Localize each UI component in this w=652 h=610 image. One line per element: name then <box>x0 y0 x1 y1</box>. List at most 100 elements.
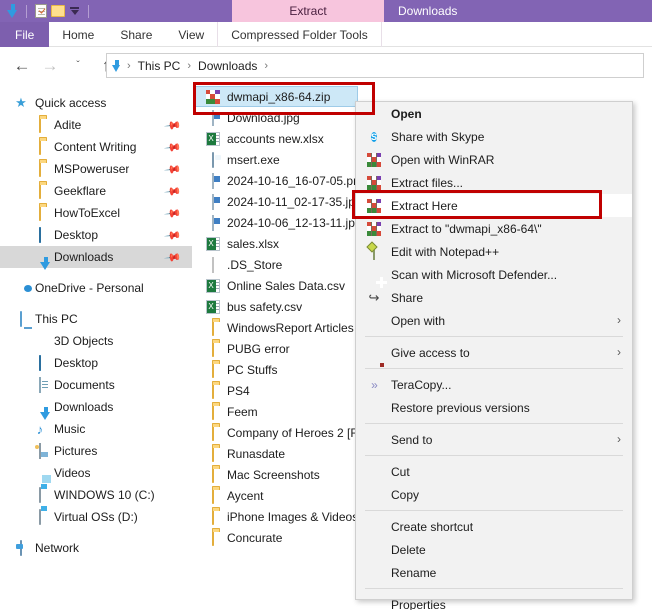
new-folder-icon[interactable] <box>49 3 66 20</box>
downloads-arrow-icon[interactable] <box>4 3 21 20</box>
folder-icon <box>39 161 41 177</box>
tab-compressed-folder-tools[interactable]: Compressed Folder Tools <box>217 22 381 47</box>
menu-item-share-with-skype[interactable]: S Share with Skype <box>356 125 632 148</box>
pin-icon[interactable]: 📌 <box>164 116 183 135</box>
sidebar-item-virtual-oss-d[interactable]: Virtual OSs (D:) <box>0 506 192 528</box>
file-name-label: Concurate <box>227 530 283 545</box>
menu-item-restore-previous-versions[interactable]: Restore previous versions <box>356 396 632 419</box>
menu-item-delete[interactable]: Delete <box>356 538 632 561</box>
address-bar[interactable]: › This PC › Downloads › <box>106 53 644 78</box>
sidebar-item-windows-10-c[interactable]: WINDOWS 10 (C:) <box>0 484 192 506</box>
sidebar-item-this-pc[interactable]: This PC <box>0 308 192 330</box>
menu-item-teracopy[interactable]: » TeraCopy... <box>356 373 632 396</box>
forward-button[interactable]: → <box>36 51 64 81</box>
winrar-icon <box>367 198 381 213</box>
contextual-tab-group-label: Extract <box>289 4 327 18</box>
tab-share[interactable]: Share <box>107 22 165 47</box>
menu-item-create-shortcut[interactable]: Create shortcut <box>356 515 632 538</box>
file-row-selected[interactable]: dwmapi_x86-64.zip <box>194 86 358 107</box>
sidebar-item-label: WINDOWS 10 (C:) <box>54 488 155 502</box>
sidebar-item-quick-access[interactable]: ★ Quick access <box>0 92 192 114</box>
excel-icon: X <box>205 236 220 251</box>
chevron-right-icon: › <box>617 432 621 446</box>
sidebar-item-downloads[interactable]: Downloads <box>0 396 192 420</box>
menu-item-label: Share <box>391 290 424 305</box>
back-arrow-icon: ← <box>13 56 31 75</box>
sidebar-item-documents[interactable]: Documents <box>0 374 192 396</box>
menu-item-extract-files[interactable]: Extract files... <box>356 171 632 194</box>
menu-icon-wrap <box>363 463 385 481</box>
folder-icon <box>211 529 214 546</box>
menu-item-label: Copy <box>391 487 420 502</box>
sidebar-item-desktop[interactable]: Desktop <box>0 352 192 374</box>
menu-item-extract-here[interactable]: Extract Here <box>356 194 632 217</box>
customize-chevron-icon[interactable] <box>66 3 83 20</box>
pin-icon[interactable]: 📌 <box>164 138 183 157</box>
menu-item-label: Scan with Microsoft Defender... <box>391 267 558 282</box>
drive-icon <box>39 487 41 503</box>
menu-item-open[interactable]: Open <box>356 102 632 125</box>
menu-icon-wrap <box>363 243 385 261</box>
sidebar-item-desktop[interactable]: Desktop 📌 <box>0 224 192 246</box>
pin-icon[interactable]: 📌 <box>164 226 183 245</box>
tab-view[interactable]: View <box>165 22 217 47</box>
menu-item-label: Properties <box>391 597 446 610</box>
drive-icon <box>39 509 41 525</box>
sidebar-item-onedrive-personal[interactable]: OneDrive - Personal <box>0 277 192 299</box>
back-button[interactable]: ← <box>8 51 36 81</box>
sidebar-item-geekflare[interactable]: Geekflare 📌 <box>0 180 192 202</box>
recent-locations-button[interactable]: ˇ <box>64 51 92 81</box>
sidebar-item-pictures[interactable]: Pictures <box>0 440 192 462</box>
pin-icon[interactable]: 📌 <box>164 182 183 201</box>
breadcrumb-downloads[interactable]: Downloads <box>195 59 260 73</box>
file-icon-wrap <box>203 424 222 441</box>
navigation-pane: ★ Quick access Adite 📌 Content Writing 📌 MSPow… <box>0 92 192 610</box>
sidebar-item-music[interactable]: ♪ Music <box>0 418 192 440</box>
sidebar-icon-wrap <box>31 333 49 349</box>
this-pc-icon <box>20 311 22 327</box>
image-icon <box>211 193 214 210</box>
pin-icon[interactable]: 📌 <box>164 248 183 267</box>
file-name-label: bus safety.csv <box>227 299 303 314</box>
menu-item-label: Extract files... <box>391 175 464 190</box>
sidebar-item-label: HowToExcel <box>54 206 121 220</box>
sidebar-item-content-writing[interactable]: Content Writing 📌 <box>0 136 192 158</box>
pin-icon[interactable]: 📌 <box>164 204 183 223</box>
menu-item-scan-with-microsoft-defender[interactable]: Scan with Microsoft Defender... <box>356 263 632 286</box>
menu-item-cut[interactable]: Cut <box>356 460 632 483</box>
documents-icon <box>39 377 48 393</box>
menu-item-open-with-winrar[interactable]: Open with WinRAR <box>356 148 632 171</box>
menu-item-send-to[interactable]: Send to › <box>356 428 632 451</box>
sidebar-icon-wrap <box>31 117 49 133</box>
menu-item-edit-with-notepad[interactable]: Edit with Notepad++ <box>356 240 632 263</box>
menu-item-open-with[interactable]: Open with › <box>356 309 632 332</box>
menu-item-share[interactable]: ↪ Share <box>356 286 632 309</box>
properties-icon[interactable] <box>32 3 49 20</box>
menu-item-give-access-to[interactable]: Give access to › <box>356 341 632 364</box>
sidebar-item-downloads[interactable]: Downloads 📌 <box>0 246 192 270</box>
sidebar-item-videos[interactable]: Videos <box>0 462 192 484</box>
file-icon-wrap <box>203 109 222 126</box>
sidebar-item-mspoweruser[interactable]: MSPoweruser 📌 <box>0 158 192 180</box>
breadcrumb-this-pc[interactable]: This PC <box>135 59 184 73</box>
sidebar-item-network[interactable]: Network <box>0 537 192 559</box>
pin-icon[interactable]: 📌 <box>164 160 183 179</box>
tab-home[interactable]: Home <box>49 22 107 47</box>
menu-separator <box>365 588 623 589</box>
menu-item-copy[interactable]: Copy <box>356 483 632 506</box>
sidebar-item-3d-objects[interactable]: 3D Objects <box>0 330 192 352</box>
qat-divider <box>26 4 27 18</box>
menu-item-rename[interactable]: Rename <box>356 561 632 584</box>
menu-item-properties[interactable]: Properties <box>356 593 632 610</box>
file-name-label: PS4 <box>227 383 250 398</box>
sidebar-icon-wrap <box>31 161 49 177</box>
sidebar-item-howtoexcel[interactable]: HowToExcel 📌 <box>0 202 192 224</box>
winrar-icon <box>367 221 381 236</box>
forward-arrow-icon: → <box>41 56 59 75</box>
menu-item-extract-to-dwmapi-x86-64[interactable]: Extract to "dwmapi_x86-64\" <box>356 217 632 240</box>
sidebar-item-adite[interactable]: Adite 📌 <box>0 114 192 136</box>
tab-file[interactable]: File <box>0 22 50 47</box>
file-name-label: Download.jpg <box>227 110 300 125</box>
